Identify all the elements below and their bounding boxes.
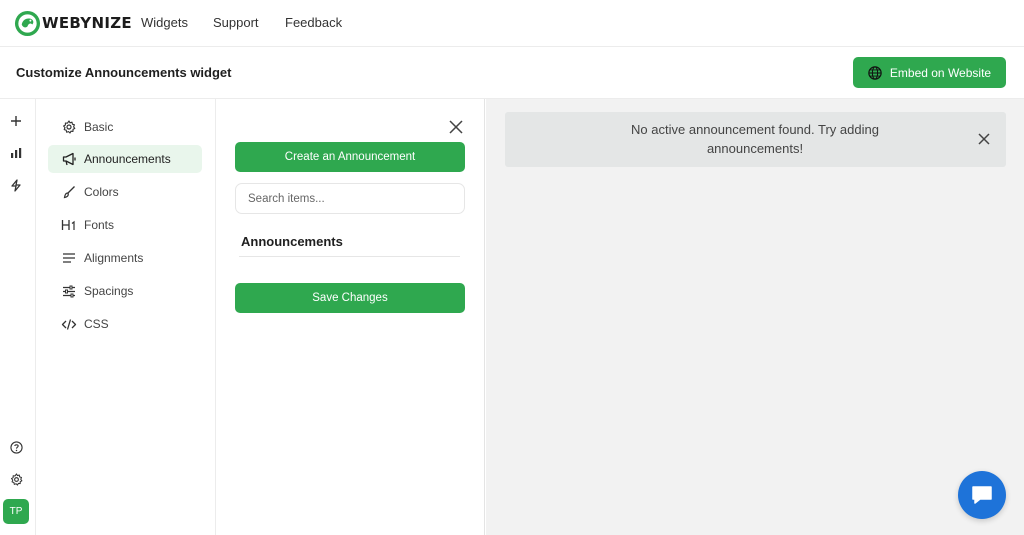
menu-item-label: CSS [84, 317, 109, 331]
menu-item-css[interactable]: CSS [48, 310, 202, 338]
help-icon[interactable] [8, 439, 24, 455]
heading-icon [61, 217, 77, 233]
menu-item-label: Basic [84, 120, 114, 134]
code-icon [61, 316, 77, 332]
announcements-list-heading: Announcements [241, 234, 343, 249]
globe-icon [868, 65, 882, 80]
brand-logo[interactable]: WEBYNIZE [14, 9, 132, 37]
plus-icon[interactable] [8, 113, 24, 129]
close-notice-icon[interactable] [976, 131, 992, 147]
user-avatar[interactable]: TP [3, 499, 29, 524]
menu-item-basic[interactable]: Basic [48, 113, 202, 141]
menu-item-spacings[interactable]: Spacings [48, 277, 202, 305]
logo-icon [14, 10, 41, 36]
menu-item-label: Spacings [84, 284, 134, 298]
nav-link-widgets[interactable]: Widgets [141, 15, 188, 30]
divider [239, 256, 460, 257]
chat-support-button[interactable] [958, 471, 1006, 519]
save-changes-button[interactable]: Save Changes [235, 283, 465, 313]
page-title: Customize Announcements widget [16, 65, 232, 80]
menu-item-alignments[interactable]: Alignments [48, 244, 202, 272]
close-panel-icon[interactable] [447, 118, 465, 136]
menu-item-label: Fonts [84, 218, 115, 232]
search-input[interactable] [235, 183, 465, 214]
gear-icon [61, 119, 77, 135]
nav-link-support[interactable]: Support [213, 15, 259, 30]
megaphone-icon [61, 151, 77, 167]
top-navigation: WEBYNIZE Widgets Support Feedback [0, 0, 1024, 47]
menu-item-fonts[interactable]: Fonts [48, 211, 202, 239]
embed-button-label: Embed on Website [889, 65, 992, 80]
nav-link-feedback[interactable]: Feedback [285, 15, 342, 30]
menu-item-colors[interactable]: Colors [48, 178, 202, 206]
left-rail [0, 99, 36, 535]
menu-item-announcements[interactable]: Announcements [48, 145, 202, 173]
brand-name: WEBYNIZE [42, 14, 132, 32]
lightning-icon[interactable] [8, 177, 24, 193]
menu-item-label: Announcements [84, 152, 171, 166]
sliders-icon [61, 283, 77, 299]
menu-item-label: Alignments [84, 251, 144, 265]
create-announcement-button[interactable]: Create an Announcement [235, 142, 465, 172]
menu-item-label: Colors [84, 185, 119, 199]
brush-icon [61, 184, 77, 200]
bar-chart-icon[interactable] [8, 145, 24, 161]
notice-message: No active announcement found. Try adding… [631, 122, 879, 156]
align-left-icon [61, 250, 77, 266]
embed-on-website-button[interactable]: Embed on Website [853, 57, 1006, 88]
settings-menu: Basic Announcements Colors Fonts Alignme… [36, 99, 216, 535]
gear-icon[interactable] [8, 471, 24, 487]
chat-bubble-icon [972, 486, 992, 504]
